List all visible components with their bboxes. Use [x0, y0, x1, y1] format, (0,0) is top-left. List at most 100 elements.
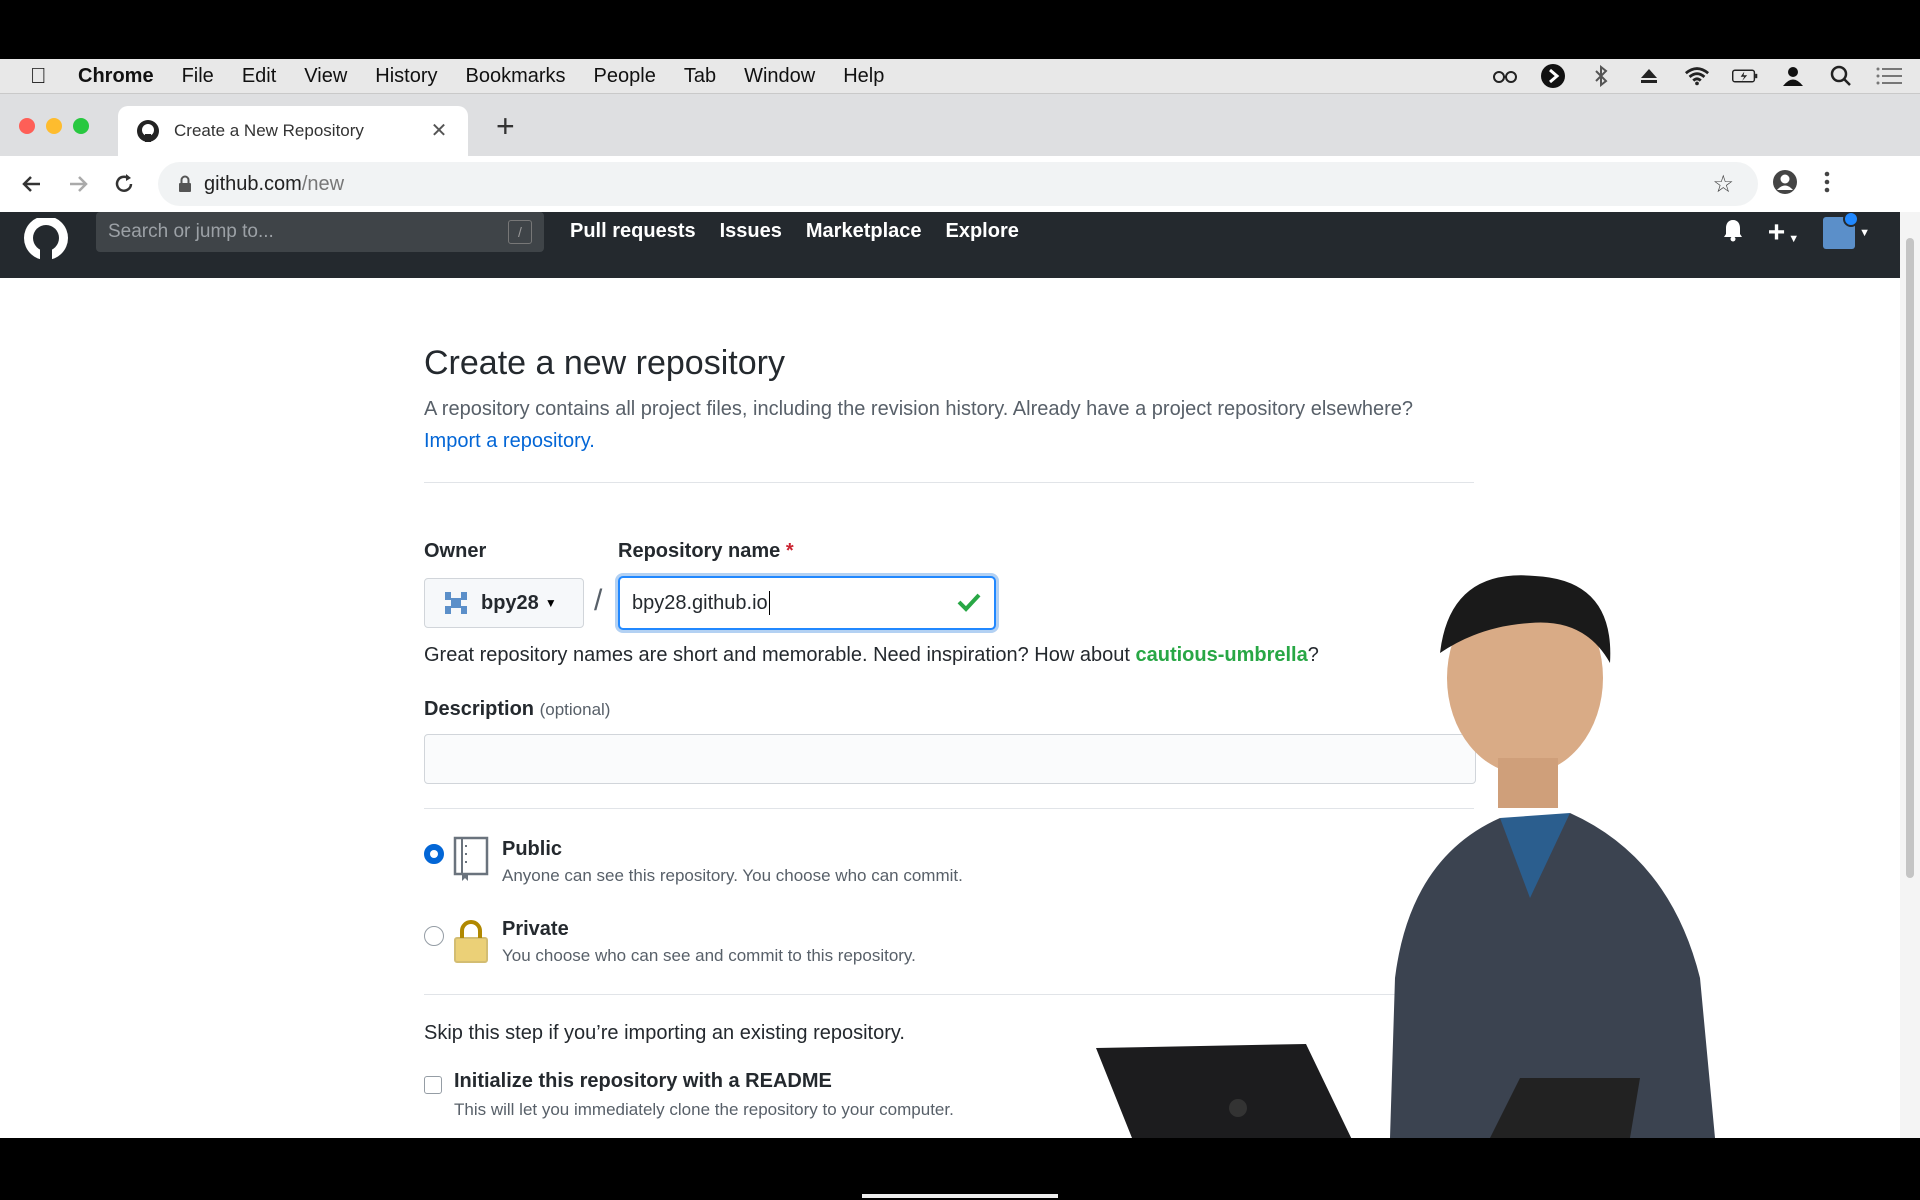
repo-name-label-text: Repository name	[618, 540, 781, 562]
lock-icon	[452, 918, 490, 964]
avatar	[1823, 212, 1860, 249]
menu-view[interactable]: View	[304, 65, 347, 88]
back-icon[interactable]	[18, 170, 46, 198]
github-header: Search or jump to... / Pull requests Iss…	[0, 212, 1900, 278]
mac-menubar:  Chrome File Edit View History Bookmark…	[0, 59, 1920, 94]
owner-select[interactable]: bpy28 ▼	[424, 578, 584, 628]
window-controls	[19, 118, 89, 134]
menu-people[interactable]: People	[594, 65, 656, 88]
repo-name-hint: Great repository names are short and mem…	[424, 644, 1319, 667]
bookmark-star-icon[interactable]: ☆	[1712, 170, 1734, 199]
reload-icon[interactable]	[110, 170, 138, 198]
chevron-down-icon: ▼	[1859, 227, 1870, 239]
glasses-icon[interactable]	[1492, 65, 1518, 87]
divider	[424, 808, 1474, 809]
chrome-menu-icon[interactable]	[1824, 171, 1830, 198]
check-icon	[956, 590, 982, 614]
close-tab-icon[interactable]: ✕	[428, 120, 450, 142]
private-radio[interactable]	[424, 926, 444, 946]
public-radio[interactable]	[424, 844, 444, 864]
public-note: Anyone can see this repository. You choo…	[502, 866, 963, 885]
search-shortcut-key: /	[508, 220, 532, 244]
video-progress-indicator	[862, 1194, 1058, 1198]
hint-text: Great repository names are short and mem…	[424, 644, 1136, 666]
url-path: /new	[301, 172, 345, 195]
scrollbar-thumb[interactable]	[1906, 238, 1914, 878]
github-nav: Pull requests Issues Marketplace Explore	[570, 220, 1019, 243]
description-input[interactable]	[424, 734, 1476, 784]
url-host: github.com	[204, 172, 302, 195]
init-readme-checkbox[interactable]	[424, 1076, 442, 1094]
description-label-text: Description	[424, 698, 535, 720]
profile-icon[interactable]	[1772, 169, 1798, 200]
optional-tag: (optional)	[539, 700, 611, 719]
user-icon[interactable]	[1780, 65, 1806, 87]
skip-text: Skip this step if you’re importing an ex…	[424, 1022, 905, 1044]
tab-strip: Create a New Repository ✕ +	[0, 94, 1920, 156]
page-subtitle: A repository contains all project files,…	[424, 398, 1414, 420]
nav-explore[interactable]: Explore	[946, 220, 1019, 243]
repository-name-input[interactable]: bpy28.github.io	[618, 576, 996, 630]
menu-bookmarks[interactable]: Bookmarks	[466, 65, 566, 88]
forward-icon[interactable]	[64, 170, 92, 198]
url-bar[interactable]: github.com/new ☆	[158, 162, 1758, 206]
eject-icon[interactable]	[1636, 65, 1662, 87]
list-icon[interactable]	[1876, 65, 1902, 87]
public-title[interactable]: Public	[502, 838, 562, 861]
battery-icon[interactable]	[1732, 65, 1758, 87]
toolbar-right	[1772, 169, 1830, 200]
page-scrollbar[interactable]	[1900, 212, 1920, 1138]
owner-avatar-icon	[443, 590, 469, 616]
repo-name-label: Repository name *	[618, 540, 794, 563]
browser-tab[interactable]: Create a New Repository ✕	[118, 106, 468, 156]
menu-file[interactable]: File	[182, 65, 214, 88]
repository-name-value: bpy28.github.io	[632, 591, 768, 614]
bell-icon[interactable]	[1722, 218, 1744, 248]
maximize-window-button[interactable]	[73, 118, 89, 134]
owner-name: bpy28	[481, 591, 539, 614]
hint-suffix: ?	[1307, 644, 1319, 666]
chevron-down-icon: ▼	[544, 596, 557, 610]
menu-window[interactable]: Window	[744, 65, 815, 88]
menu-edit[interactable]: Edit	[242, 65, 276, 88]
description-label: Description (optional)	[424, 698, 610, 721]
status-area	[1492, 59, 1902, 93]
suggested-name-link[interactable]: cautious-umbrella	[1135, 644, 1307, 666]
new-tab-icon[interactable]: +	[496, 108, 515, 145]
url-text: github.com/new	[204, 173, 344, 196]
page-viewport: Search or jump to... / Pull requests Iss…	[0, 212, 1900, 1138]
nav-issues[interactable]: Issues	[720, 220, 782, 243]
menu-tab[interactable]: Tab	[684, 65, 716, 88]
repo-book-icon	[452, 836, 490, 882]
lock-icon[interactable]	[178, 175, 192, 193]
search-input[interactable]: Search or jump to... /	[96, 212, 544, 252]
github-logo-icon[interactable]	[22, 216, 70, 266]
create-new-button[interactable]: + ▼	[1768, 216, 1799, 250]
search-icon[interactable]	[1828, 65, 1854, 87]
bluetooth-icon[interactable]	[1588, 65, 1614, 87]
init-readme-label[interactable]: Initialize this repository with a README	[454, 1070, 832, 1093]
user-menu-button[interactable]: ▼	[1823, 212, 1870, 249]
menu-help[interactable]: Help	[843, 65, 884, 88]
menu-history[interactable]: History	[375, 65, 437, 88]
page-title: Create a new repository	[424, 344, 785, 382]
nav-pull-requests[interactable]: Pull requests	[570, 220, 696, 243]
minimize-window-button[interactable]	[46, 118, 62, 134]
address-toolbar: github.com/new ☆	[0, 156, 1920, 213]
nav-marketplace[interactable]: Marketplace	[806, 220, 922, 243]
apple-icon[interactable]: 	[30, 63, 52, 89]
presenter-video-overlay	[1096, 558, 1900, 1138]
divider	[424, 994, 1474, 995]
import-repository-link[interactable]: Import a repository.	[424, 430, 595, 453]
private-title[interactable]: Private	[502, 918, 569, 941]
play-circle-icon[interactable]	[1540, 64, 1566, 88]
tab-title: Create a New Repository	[174, 121, 364, 140]
menu-app-chrome[interactable]: Chrome	[78, 65, 154, 88]
close-window-button[interactable]	[19, 118, 35, 134]
private-note: You choose who can see and commit to thi…	[502, 946, 916, 965]
video-bottom-bar	[0, 1138, 1920, 1200]
notification-dot-icon	[1843, 212, 1860, 227]
github-favicon-icon	[136, 119, 160, 143]
init-readme-note: This will let you immediately clone the …	[454, 1100, 954, 1119]
wifi-icon[interactable]	[1684, 65, 1710, 87]
